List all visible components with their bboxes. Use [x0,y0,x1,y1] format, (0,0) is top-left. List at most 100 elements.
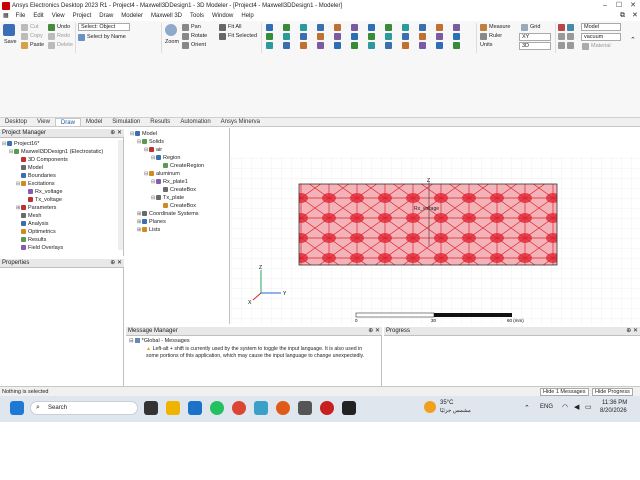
circle-icon[interactable] [283,33,290,40]
file-explorer-icon[interactable] [166,401,180,415]
app-icon[interactable] [254,401,268,415]
orient-button[interactable]: Orient [191,42,206,48]
menu-view[interactable]: View [48,11,69,21]
chamfer-icon[interactable] [419,42,426,49]
save-button[interactable]: Save [4,39,17,45]
paste-icon[interactable] [21,42,28,49]
select-by-name-button[interactable]: Select by Name [87,34,126,40]
menu-project[interactable]: Project [69,11,96,21]
ansys-taskbar-icon[interactable] [342,401,356,415]
spline-icon[interactable] [266,42,273,49]
helix-icon[interactable] [334,24,341,31]
model-tree-item[interactable]: CreateBox [130,186,204,194]
zoom-button[interactable]: Zoom [165,39,179,45]
box-icon[interactable] [300,42,307,49]
plane-dropdown[interactable]: XY [519,33,551,41]
material-button[interactable]: Material [591,43,611,49]
copy-icon[interactable] [21,33,28,40]
split-icon[interactable] [368,33,375,40]
group-icon[interactable] [436,42,443,49]
task-view-icon[interactable] [144,401,158,415]
menu-tools[interactable]: Tools [186,11,208,21]
cylinder-icon[interactable] [317,24,324,31]
wifi-icon[interactable]: ◠ [562,403,568,411]
mesh-region[interactable] [298,183,558,266]
arc-icon[interactable] [266,33,273,40]
grid-button[interactable]: Grid [530,24,540,30]
model-tree-item[interactable]: ⊟ Solids [130,138,204,146]
tray-chevron-icon[interactable]: ⌃ [524,404,530,412]
connect-icon[interactable] [453,24,460,31]
clock-date[interactable]: 8/20/2026 [600,408,627,414]
menu-window[interactable]: Window [208,11,237,21]
model-tree-item[interactable]: ⊟ Rx_plate1 [130,178,204,186]
project-tree-item[interactable]: Optimetrics [2,228,103,236]
ruler-icon[interactable] [480,33,487,40]
torus-icon[interactable] [317,42,324,49]
project-tree-item[interactable]: ⊟ Excitations [2,180,103,188]
project-tree-item[interactable]: Boundaries [2,172,103,180]
model-tree-item[interactable]: ⊟ air [130,146,204,154]
whatsapp-icon[interactable] [210,401,224,415]
coord-system-icon[interactable] [558,24,565,31]
properties-close-icon[interactable]: ⊕ ✕ [110,259,122,268]
project-tree-item[interactable]: Tx_voltage [2,196,103,204]
model-tree-item[interactable]: CreateBox [130,202,204,210]
rotate-obj-icon[interactable] [402,24,409,31]
tab-model[interactable]: Model [81,118,107,126]
prism-icon[interactable] [351,24,358,31]
app3-icon[interactable] [320,401,334,415]
units-button[interactable]: Units [480,42,493,48]
project-tree-item[interactable]: Field Overlays [2,244,103,252]
save-icon[interactable] [3,24,15,36]
bondwire-icon[interactable] [334,33,341,40]
project-tree-item[interactable]: ⊟ Maxwell3DDesign1 (Electrostatic) [2,148,103,156]
project-tree-item[interactable]: ⊟ Project16* [2,140,103,148]
rotate-icon[interactable] [182,33,189,40]
fit-selected-button[interactable]: Fit Selected [228,33,257,39]
grid-icon[interactable] [521,24,528,31]
scale-icon[interactable] [419,24,426,31]
point-icon[interactable] [567,42,574,49]
redo-button[interactable]: Redo [57,33,70,39]
draw-region-icon[interactable] [436,24,443,31]
firefox-icon[interactable] [276,401,290,415]
dimension-dropdown[interactable]: 3D [519,42,551,50]
tab-simulation[interactable]: Simulation [107,118,145,126]
model-tree-item[interactable]: CreateRegion [130,162,204,170]
tab-draw[interactable]: Draw [54,118,81,126]
plane-icon[interactable] [567,24,574,31]
menu-draw[interactable]: Draw [95,11,117,21]
maximize-button[interactable]: ☐ [612,0,626,11]
menu-app-icon[interactable]: ▦ [0,11,12,21]
menu-maxwell3d[interactable]: Maxwell 3D [147,11,186,21]
measure-button[interactable]: Measure [489,24,510,30]
section-icon[interactable] [453,33,460,40]
sphere-icon[interactable] [317,33,324,40]
model-tree-item[interactable]: ⊞ Planes [130,218,204,226]
orient-icon[interactable] [182,42,189,49]
menu-file[interactable]: File [12,11,30,21]
tab-automation[interactable]: Automation [175,118,215,126]
cut-icon[interactable] [21,24,28,31]
regular-polygon-icon[interactable] [300,33,307,40]
hide-progress-button[interactable]: Hide Progress [592,388,633,396]
cone-icon[interactable] [334,42,341,49]
volume-icon[interactable]: ◀ [574,403,579,411]
delete-icon[interactable] [48,42,55,49]
browser-icon[interactable] [188,401,202,415]
fit-all-icon[interactable] [219,24,226,31]
model-tree-item[interactable]: ⊟ Tx_plate [130,194,204,202]
3d-viewport[interactable]: Z Rx_voltage Z Y X 0 30 60 (mm) [231,128,639,324]
chrome-icon[interactable] [232,401,246,415]
select-by-name-icon[interactable] [78,34,85,41]
model-tree-item[interactable]: ⊟ Model [130,130,204,138]
duplicate-icon[interactable] [402,42,409,49]
pane-close-icon[interactable]: ⊕ ✕ [110,129,122,138]
material-dropdown[interactable]: vacuum [581,33,621,41]
menu-edit[interactable]: Edit [29,11,47,21]
ellipse-icon[interactable] [283,42,290,49]
line-icon[interactable] [266,24,273,31]
imprint-icon[interactable] [368,42,375,49]
menu-help[interactable]: Help [237,11,257,21]
